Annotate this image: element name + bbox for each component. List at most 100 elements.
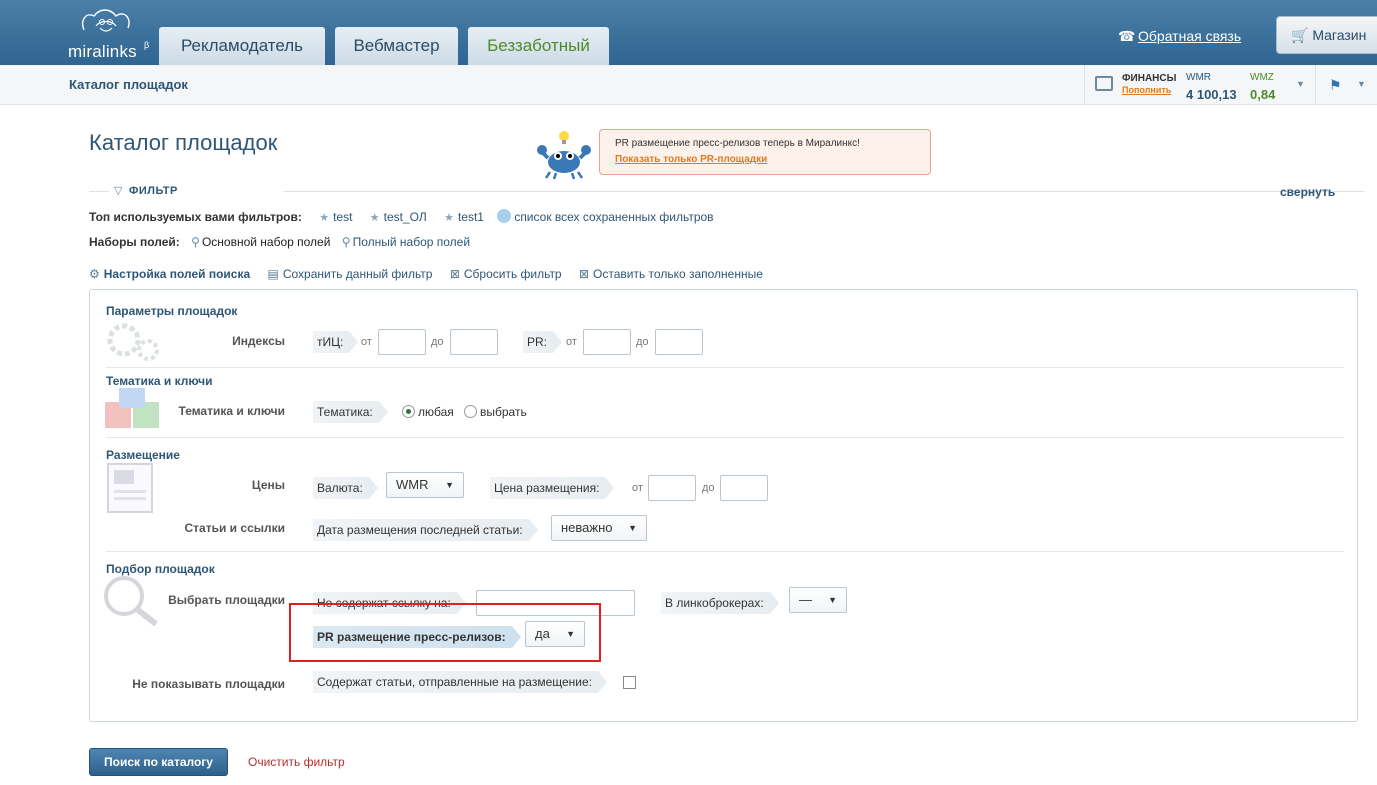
currency-tag: Валюта: bbox=[313, 477, 378, 499]
pr-promo-banner: PR размещение пресс-релизов теперь в Мир… bbox=[599, 129, 931, 175]
topup-link[interactable]: Пополнить bbox=[1122, 85, 1171, 95]
section-title-topics: Тематика и ключи bbox=[106, 374, 213, 388]
section-title-placement: Размещение bbox=[106, 448, 180, 462]
saved-filter-test-ol[interactable]: ★ test_ОЛ bbox=[370, 210, 427, 224]
reset-icon: ⊠ bbox=[449, 267, 460, 281]
tic-tag: тИЦ: bbox=[313, 331, 359, 353]
chevron-down-icon: ▼ bbox=[628, 523, 637, 533]
field-sets-label: Наборы полей: bbox=[89, 235, 180, 249]
filter-actions: ⚙ Настройка полей поиска ▤ Сохранить данны… bbox=[89, 267, 777, 281]
finance-widget[interactable]: ФИНАНСЫ Пополнить WMR 4 100,13 WMZ 0,84 … bbox=[1084, 65, 1314, 105]
saved-filter-test[interactable]: ★ test bbox=[319, 210, 352, 224]
pr-to-label: до bbox=[636, 336, 649, 348]
flag-menu[interactable]: ⚑ ▼ bbox=[1315, 65, 1377, 105]
topic-any-radio[interactable]: любая bbox=[402, 405, 454, 419]
star-icon: ★ bbox=[369, 212, 380, 224]
filter-clear-icon: ⊠ bbox=[578, 267, 590, 281]
keep-filled-only[interactable]: ⊠ Оставить только заполненные bbox=[579, 267, 763, 281]
row-label-topics: Тематика и ключи bbox=[178, 404, 285, 418]
tab-webmaster[interactable]: Вебмастер bbox=[335, 27, 458, 65]
last-article-date-select[interactable]: неважно ▼ bbox=[551, 515, 647, 541]
price-from-input[interactable] bbox=[648, 475, 696, 501]
funnel-icon: ▽ bbox=[114, 185, 123, 197]
pr-to-input[interactable] bbox=[655, 329, 703, 355]
top-filters-row: Топ используемых вами фильтров: ★ test ★ t… bbox=[89, 209, 714, 224]
logo-beta: β bbox=[144, 40, 150, 50]
cart-icon: 🛒 bbox=[1291, 27, 1309, 43]
search-catalog-button[interactable]: Поиск по каталогу bbox=[89, 748, 228, 776]
price-tag: Цена размещения: bbox=[490, 477, 615, 499]
field-set-full[interactable]: Полный набор полей bbox=[353, 235, 470, 249]
field-sets-row: Наборы полей: ⚲ Основной набор полей ⚲ Пол… bbox=[89, 235, 470, 249]
section-title-site-params: Параметры площадок bbox=[106, 304, 238, 318]
topic-tag: Тематика: bbox=[313, 401, 388, 423]
reset-filter[interactable]: ⊠ Сбросить фильтр bbox=[450, 267, 562, 281]
save-filter[interactable]: ▤ Сохранить данный фильтр bbox=[268, 267, 433, 281]
chevron-down-icon[interactable]: ▼ bbox=[1296, 79, 1305, 89]
magnifier-icon: ⚲ bbox=[191, 235, 200, 249]
document-icon bbox=[107, 463, 153, 513]
save-icon: ▤ bbox=[267, 267, 279, 281]
breadcrumb[interactable]: Каталог площадок bbox=[69, 77, 188, 92]
shop-button[interactable]: 🛒 Магазин bbox=[1276, 16, 1377, 54]
currency-select[interactable]: WMR ▼ bbox=[386, 472, 464, 498]
wmr-balance: 4 100,13 bbox=[1186, 87, 1237, 102]
price-from-label: от bbox=[632, 482, 643, 494]
star-icon: ★ bbox=[444, 212, 454, 224]
phone-icon: ☎ bbox=[1118, 28, 1136, 44]
cubes-icon bbox=[105, 388, 159, 428]
sent-articles-tag: Содержат статьи, отправленные на размеще… bbox=[313, 671, 608, 693]
search-fields-settings[interactable]: ⚙ Настройка полей поиска bbox=[89, 267, 250, 281]
radio-checked-icon bbox=[402, 405, 415, 418]
collapse-link[interactable]: свернуть bbox=[1280, 185, 1335, 199]
miralinks-logo[interactable]: miralinks β bbox=[68, 6, 150, 61]
logo-text: miralinks bbox=[68, 42, 137, 61]
pr-from-label: от bbox=[566, 336, 577, 348]
filter-header-label: ФИЛЬТР bbox=[128, 185, 178, 197]
feedback-label: Обратная связь bbox=[1138, 28, 1242, 44]
tic-from-input[interactable] bbox=[378, 329, 426, 355]
pr-tag: PR: bbox=[523, 331, 563, 353]
all-saved-filters-link[interactable]: список всех сохраненных фильтров bbox=[497, 209, 714, 224]
promo-text: PR размещение пресс-релизов теперь в Мир… bbox=[615, 138, 860, 149]
chevron-down-icon[interactable]: ▼ bbox=[1357, 79, 1366, 89]
linkbrokers-select[interactable]: — ▼ bbox=[789, 587, 847, 613]
feedback-link[interactable]: ☎ Обратная связь bbox=[1118, 28, 1241, 45]
row-label-indexes: Индексы bbox=[232, 334, 285, 348]
flag-icon: ⚑ bbox=[1329, 77, 1342, 93]
wallet-icon bbox=[1095, 76, 1113, 91]
saved-filter-test1[interactable]: ★ test1 bbox=[444, 210, 484, 224]
sub-header: Каталог площадок ФИНАНСЫ Пополнить WMR 4… bbox=[0, 65, 1377, 105]
price-to-label: до bbox=[702, 482, 715, 494]
wmz-balance: 0,84 bbox=[1250, 87, 1276, 102]
topic-choose-radio[interactable]: выбрать bbox=[464, 405, 527, 419]
price-to-input[interactable] bbox=[720, 475, 768, 501]
magnifier-plus-icon: ⚲ bbox=[341, 235, 351, 249]
tab-advertiser[interactable]: Рекламодатель bbox=[159, 27, 325, 65]
logo-mark-icon bbox=[82, 9, 130, 32]
clear-filter-link[interactable]: Очистить фильтр bbox=[248, 755, 345, 769]
page-title: Каталог площадок bbox=[89, 130, 278, 155]
list-icon bbox=[497, 209, 512, 223]
filter-panel bbox=[89, 289, 1358, 722]
tic-to-label: до bbox=[431, 336, 444, 348]
gear-icon: ⚙ bbox=[89, 267, 100, 281]
promo-pr-link[interactable]: Показать только PR-площадки bbox=[615, 154, 767, 165]
highlight-box bbox=[289, 603, 601, 662]
pr-from-input[interactable] bbox=[583, 329, 631, 355]
sent-articles-checkbox[interactable] bbox=[623, 676, 636, 689]
linkbrokers-tag: В линкоброкерах: bbox=[661, 592, 779, 614]
row-label-select-sites: Выбрать площадки bbox=[168, 593, 285, 607]
top-filters-label: Топ используемых вами фильтров: bbox=[89, 210, 302, 224]
top-header: miralinks β Рекламодатель Вебмастер Безз… bbox=[0, 0, 1377, 65]
filter-divider bbox=[89, 190, 1364, 192]
shop-label: Магазин bbox=[1312, 27, 1367, 43]
chevron-down-icon: ▼ bbox=[828, 595, 837, 605]
field-set-main[interactable]: Основной набор полей bbox=[202, 235, 331, 249]
star-icon: ★ bbox=[319, 212, 330, 224]
wmr-label: WMR bbox=[1186, 72, 1211, 83]
tab-carefree[interactable]: Беззаботный bbox=[468, 27, 609, 65]
tic-to-input[interactable] bbox=[450, 329, 498, 355]
chevron-down-icon: ▼ bbox=[445, 480, 454, 490]
row-label-articles-links: Статьи и ссылки bbox=[184, 521, 286, 535]
